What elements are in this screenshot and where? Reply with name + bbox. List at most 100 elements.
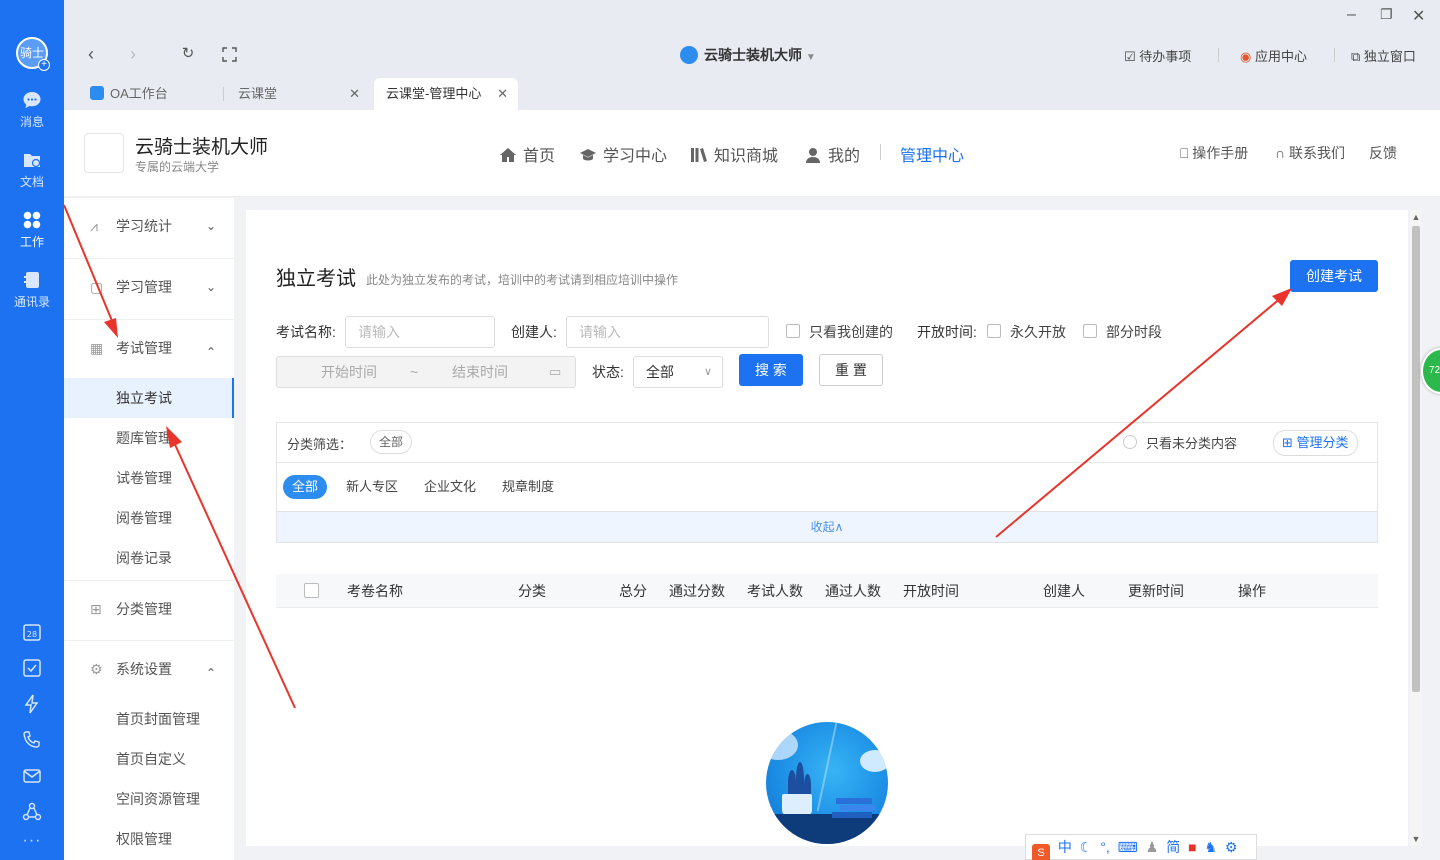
contact-label: 联系我们: [1288, 145, 1345, 161]
group-label: 学习管理: [116, 279, 172, 295]
close-icon[interactable]: ✕: [349, 78, 360, 110]
partial-period-checkbox[interactable]: [1083, 324, 1097, 338]
only-mine-checkbox[interactable]: [786, 324, 800, 338]
sidebar-item-permissions[interactable]: 权限管理: [64, 819, 234, 859]
nav-home[interactable]: 首页: [499, 142, 555, 166]
sidebar-item-grading-records[interactable]: 阅卷记录: [64, 538, 234, 578]
app-title[interactable]: 云骑士装机大师 ▼: [680, 45, 816, 65]
sidebar-item-space-resources[interactable]: 空间资源管理: [64, 779, 234, 819]
tab-management-center[interactable]: 云课堂-管理中心 ✕: [374, 78, 518, 110]
sidebar-group-learning-mgmt[interactable]: ▢ 学习管理 ⌄: [64, 267, 234, 307]
column-header: 分类: [518, 583, 546, 599]
sogou-logo-icon: S: [1032, 844, 1050, 860]
book-shape: [836, 798, 872, 804]
rail-item-work[interactable]: 工作: [0, 210, 64, 250]
sidebar-item-independent-exam[interactable]: 独立考试: [64, 378, 234, 418]
ime-mode[interactable]: 中: [1058, 839, 1072, 855]
category-chip[interactable]: 新人专区: [337, 475, 407, 499]
ime-toolbar[interactable]: S 中 ☾ °, ⌨ ♟ 简 ■ ♞ ⚙: [1025, 834, 1257, 860]
exam-name-input[interactable]: 请输入: [345, 316, 495, 348]
sidebar-group-learning-stats[interactable]: ⩘ 学习统计 ⌄: [64, 206, 234, 246]
task-icon[interactable]: [22, 658, 42, 678]
sidebar-group-exam-mgmt[interactable]: ▦ 考试管理 ⌃: [64, 328, 234, 368]
phone-icon[interactable]: [22, 730, 42, 750]
rail-item-message[interactable]: 消息: [0, 90, 64, 130]
app-center-button[interactable]: ◉ 应用中心: [1240, 46, 1307, 65]
nav-management-center[interactable]: 管理中心: [900, 142, 964, 166]
sidebar-item-paper-mgmt[interactable]: 试卷管理: [64, 458, 234, 498]
standalone-window-button[interactable]: ⧉ 独立窗口: [1351, 46, 1416, 65]
manage-category-button[interactable]: ⊞ 管理分类: [1273, 430, 1358, 456]
collapse-toggle[interactable]: 收起∧: [277, 511, 1377, 542]
nav-learning-center[interactable]: 学习中心: [579, 142, 667, 166]
sidebar-group-system-settings[interactable]: ⚙ 系统设置 ⌃: [64, 649, 234, 689]
rail-item-document[interactable]: 文档: [0, 150, 64, 190]
date-range-picker[interactable]: 开始时间 ~ 结束时间 ▭: [276, 356, 576, 388]
chip-label: 全部: [292, 479, 319, 494]
document-icon: [24, 154, 41, 168]
gear-icon[interactable]: ⚙: [1225, 839, 1238, 855]
lightning-icon[interactable]: [22, 694, 42, 714]
nav-mine[interactable]: 我的: [804, 142, 860, 166]
manual-link[interactable]: ⎕ 操作手册: [1180, 143, 1248, 163]
close-icon[interactable]: ✕: [497, 78, 508, 110]
calendar-icon[interactable]: 28: [22, 622, 42, 642]
sidebar-group-category-mgmt[interactable]: ⊞ 分类管理: [64, 589, 234, 629]
sidebar-item-question-bank[interactable]: 题库管理: [64, 418, 234, 458]
org-icon[interactable]: [22, 802, 42, 822]
punctuation-icon[interactable]: °,: [1100, 839, 1110, 855]
forward-icon[interactable]: ›: [124, 45, 142, 63]
sidebar-item-home-custom[interactable]: 首页自定义: [64, 739, 234, 779]
contact-link[interactable]: ∩ 联系我们: [1275, 143, 1345, 163]
keyboard-icon[interactable]: ⌨: [1118, 839, 1138, 855]
nav-knowledge-mall[interactable]: 知识商城: [690, 142, 778, 166]
scroll-up-icon[interactable]: ▲: [1410, 212, 1422, 222]
rail-item-contacts[interactable]: 通讯录: [0, 270, 64, 310]
moon-icon[interactable]: ☾: [1080, 839, 1093, 855]
search-button[interactable]: 搜 索: [739, 354, 803, 386]
close-icon[interactable]: ✕: [1412, 6, 1425, 26]
create-exam-button[interactable]: 创建考试: [1290, 260, 1378, 292]
reset-button[interactable]: 重 置: [819, 354, 883, 386]
range-separator: ~: [410, 364, 419, 380]
rail-label: 工作: [19, 235, 44, 249]
ime-simplified[interactable]: 简: [1166, 839, 1180, 855]
forever-open-checkbox[interactable]: [987, 324, 1001, 338]
vertical-scrollbar[interactable]: ▲ ▼: [1410, 210, 1422, 846]
sidebar-item-cover-mgmt[interactable]: 首页封面管理: [64, 699, 234, 739]
select-all-checkbox[interactable]: [304, 583, 319, 598]
nav-label: 知识商城: [714, 148, 779, 165]
user-icon[interactable]: ♟: [1146, 839, 1159, 855]
bookmark-icon: ⎕: [1180, 145, 1189, 161]
mail-icon[interactable]: [22, 766, 42, 786]
tab-cloud-classroom[interactable]: 云课堂 ✕: [226, 78, 370, 110]
status-select[interactable]: 全部 ∨: [633, 356, 723, 388]
fullscreen-icon[interactable]: [222, 47, 237, 62]
category-chip[interactable]: 企业文化: [415, 475, 485, 499]
category-chip[interactable]: 规章制度: [493, 475, 563, 499]
back-icon[interactable]: ‹: [82, 45, 100, 63]
more-icon[interactable]: ···: [0, 832, 64, 850]
minimize-icon[interactable]: –: [1347, 6, 1356, 24]
video-icon[interactable]: ■: [1188, 839, 1196, 855]
feedback-link[interactable]: 反馈: [1369, 143, 1397, 163]
exam-name-label: 考试名称:: [276, 324, 336, 340]
category-chip[interactable]: 全部: [283, 475, 328, 499]
scroll-down-icon[interactable]: ▼: [1410, 834, 1422, 844]
current-category-pill[interactable]: 全部: [370, 430, 413, 454]
add-icon[interactable]: +: [38, 59, 50, 71]
scroll-thumb[interactable]: [1412, 226, 1420, 692]
avatar[interactable]: 骑士 +: [16, 37, 50, 71]
todo-button[interactable]: ☑ 待办事项: [1124, 46, 1191, 65]
button-label: 重 置: [835, 362, 867, 378]
only-uncategorized-label: 只看未分类内容: [1146, 436, 1238, 451]
cloud-shape: [860, 750, 888, 772]
shirt-icon[interactable]: ♞: [1204, 839, 1217, 855]
refresh-icon[interactable]: ↻: [179, 45, 197, 63]
floating-assistant-badge[interactable]: 72: [1421, 348, 1440, 394]
only-uncategorized-radio[interactable]: [1123, 435, 1137, 449]
tab-oa-workbench[interactable]: OA工作台: [78, 78, 224, 110]
creator-input[interactable]: 请输入: [566, 316, 769, 348]
restore-icon[interactable]: ❐: [1380, 6, 1393, 23]
sidebar-item-grading-mgmt[interactable]: 阅卷管理: [64, 498, 234, 538]
